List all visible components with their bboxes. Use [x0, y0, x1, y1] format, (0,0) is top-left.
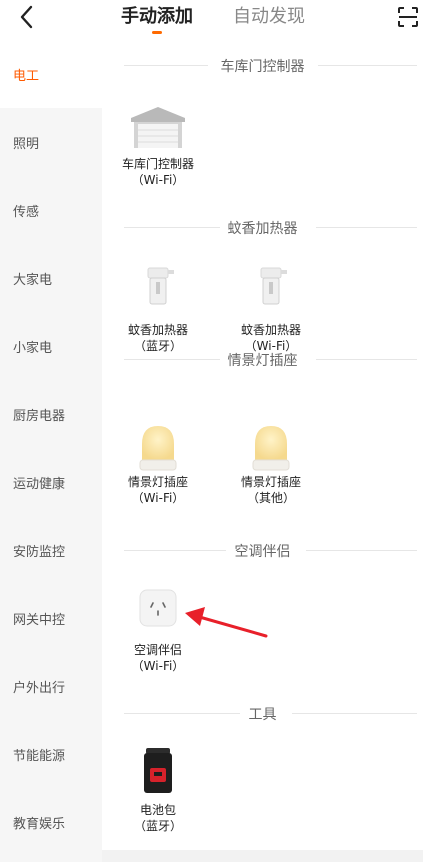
sidebar-item-fitness[interactable]: 运动健康 [0, 448, 102, 516]
section-title: 工具 [248, 707, 277, 723]
section-title: 蚊香加热器 [227, 221, 298, 237]
sidebar-item-kitchen[interactable]: 厨房电器 [0, 380, 102, 448]
device-mosquito-heater-wifi[interactable]: 蚊香加热器 （Wi-Fi） [216, 266, 326, 354]
annotation-arrow-icon [185, 607, 268, 638]
device-protocol: （Wi-Fi） [131, 491, 185, 505]
sidebar-item-large-appliances[interactable]: 大家电 [0, 244, 102, 312]
sidebar-item-energy[interactable]: 节能能源 [0, 720, 102, 788]
device-protocol: （蓝牙） [133, 819, 182, 833]
section-title: 情景灯插座 [227, 353, 298, 369]
tab-manual-add[interactable]: 手动添加 [121, 6, 193, 28]
section-header: 工具 [102, 702, 423, 724]
mosquito-repellent-icon [241, 266, 301, 326]
section-header: 空调伴侣 [102, 539, 423, 561]
device-mosquito-heater-bluetooth[interactable]: 蚊香加热器 （蓝牙） [103, 266, 213, 354]
device-protocol: （其他） [246, 491, 295, 505]
device-night-light-wifi[interactable]: 情景灯插座 （Wi-Fi） [103, 422, 213, 506]
device-protocol: （Wi-Fi） [131, 173, 185, 187]
top-bar: 手动添加 自动发现 [0, 0, 423, 44]
device-night-light-other[interactable]: 情景灯插座 （其他） [216, 422, 326, 506]
sidebar-item-lighting[interactable]: 照明 [0, 108, 102, 176]
scan-icon[interactable] [396, 5, 420, 29]
ac-companion-icon [128, 586, 188, 646]
sidebar-item-security[interactable]: 安防监控 [0, 516, 102, 584]
tab-auto-discover[interactable]: 自动发现 [233, 6, 305, 28]
battery-pack-icon [128, 746, 188, 806]
device-list: 车库门控制器 车库门控制器 （Wi-Fi） 蚊香加热器 蚊香加热器 （蓝牙） 蚊… [102, 40, 423, 862]
bottom-edge [102, 850, 423, 862]
mosquito-repellent-icon [128, 266, 188, 326]
device-garage-door-wifi[interactable]: 车库门控制器 （Wi-Fi） [103, 104, 213, 188]
category-sidebar: 电工 照明 传感 大家电 小家电 厨房电器 运动健康 安防监控 网关中控 户外出… [0, 40, 102, 862]
section-header: 车库门控制器 [102, 54, 423, 76]
device-battery-pack-bluetooth[interactable]: 电池包 （蓝牙） [103, 746, 213, 834]
section-title: 空调伴侣 [234, 544, 291, 560]
night-light-icon [128, 422, 188, 482]
active-tab-indicator [152, 31, 162, 34]
chevron-left-icon[interactable] [14, 4, 40, 30]
night-light-icon [241, 422, 301, 482]
garage-door-icon [128, 104, 188, 164]
section-header: 情景灯插座 [102, 348, 423, 370]
sidebar-item-education[interactable]: 教育娱乐 [0, 788, 102, 856]
section-title: 车库门控制器 [220, 59, 305, 75]
device-protocol: （Wi-Fi） [131, 659, 185, 673]
sidebar-item-small-appliances[interactable]: 小家电 [0, 312, 102, 380]
sidebar-item-gateway[interactable]: 网关中控 [0, 584, 102, 652]
sidebar-item-electrician[interactable]: 电工 [0, 40, 102, 108]
sidebar-item-sensors[interactable]: 传感 [0, 176, 102, 244]
sidebar-item-outdoor[interactable]: 户外出行 [0, 652, 102, 720]
section-header: 蚊香加热器 [102, 216, 423, 238]
